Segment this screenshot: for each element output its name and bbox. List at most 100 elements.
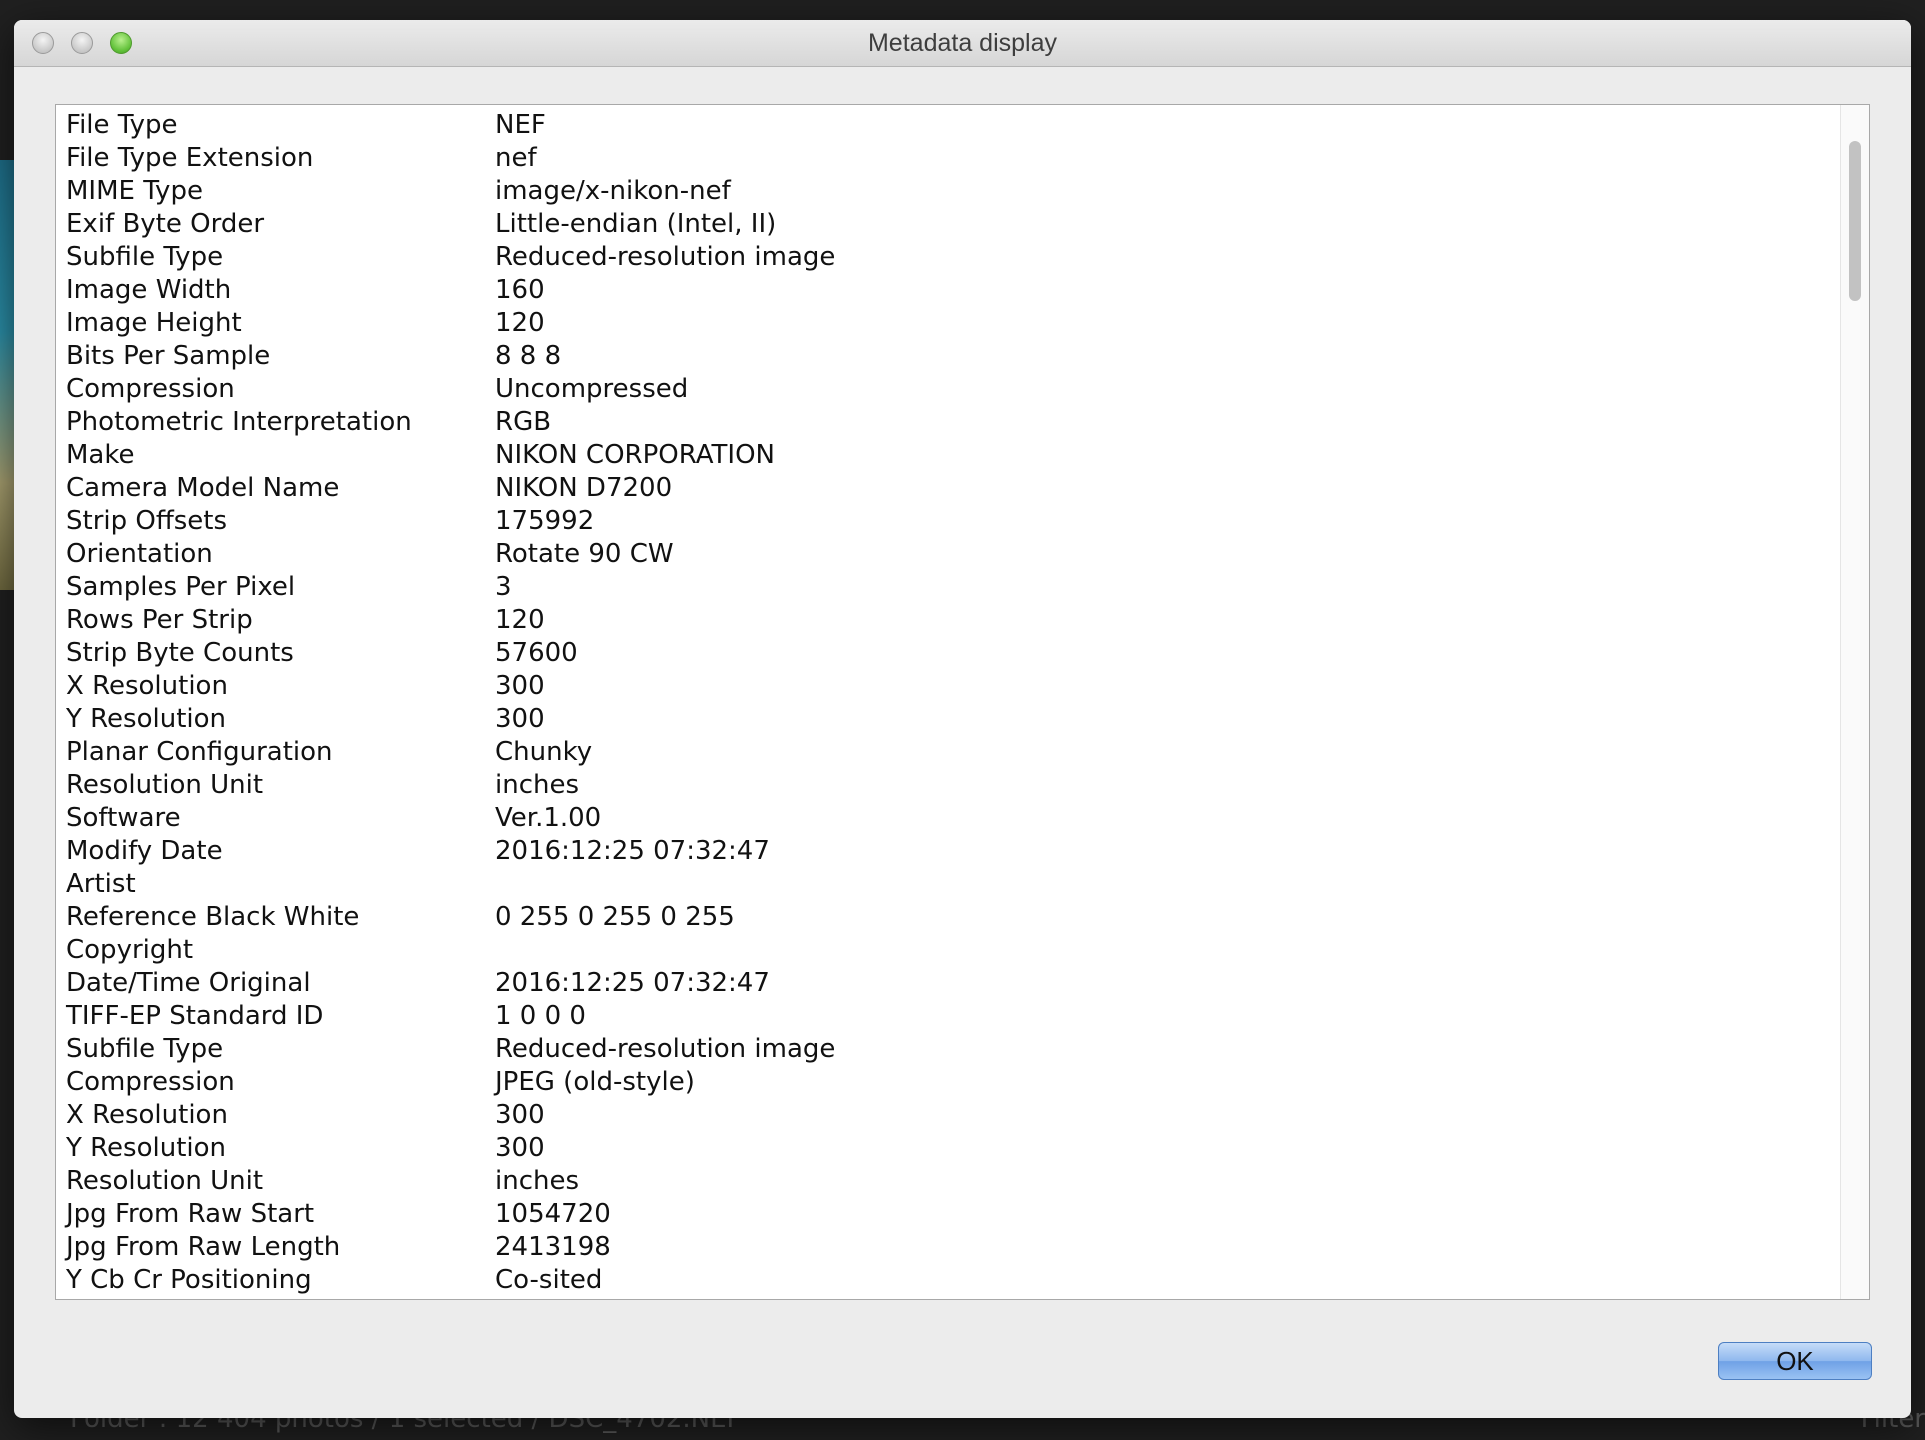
metadata-row[interactable]: Subfile Type Reduced-resolution image bbox=[56, 1033, 1841, 1066]
metadata-key: Software bbox=[66, 803, 181, 833]
metadata-key: Copyright bbox=[66, 935, 194, 965]
metadata-row-content: Resolution Unit inches bbox=[56, 769, 1841, 802]
metadata-row[interactable]: Image Height 120 bbox=[56, 307, 1841, 340]
metadata-key: X Resolution bbox=[66, 1100, 228, 1130]
metadata-key: Image Height bbox=[66, 308, 242, 338]
metadata-row-content: Camera Model Name NIKON D7200 bbox=[56, 472, 1841, 505]
metadata-row[interactable]: Strip Offsets 175992 bbox=[56, 505, 1841, 538]
metadata-key: Bits Per Sample bbox=[66, 341, 271, 371]
metadata-key: File Type bbox=[66, 110, 178, 140]
metadata-row[interactable]: TIFF-EP Standard ID 1 0 0 0 bbox=[56, 1000, 1841, 1033]
metadata-row-content: Photometric Interpretation RGB bbox=[56, 406, 1841, 439]
metadata-row[interactable]: Photometric Interpretation RGB bbox=[56, 406, 1841, 439]
title-bar[interactable]: Metadata display bbox=[14, 20, 1911, 67]
metadata-key: Y Cb Cr Positioning bbox=[66, 1265, 312, 1295]
metadata-row[interactable]: Strip Byte Counts 57600 bbox=[56, 637, 1841, 670]
metadata-value: RGB bbox=[495, 407, 552, 437]
metadata-row[interactable]: Date/Time Original 2016:12:25 07:32:47 bbox=[56, 967, 1841, 1000]
metadata-row[interactable]: Exif Byte Order Little-endian (Intel, II) bbox=[56, 208, 1841, 241]
metadata-value: NEF bbox=[495, 110, 546, 140]
metadata-value: Rotate 90 CW bbox=[495, 539, 674, 569]
metadata-row-content: Strip Offsets 175992 bbox=[56, 505, 1841, 538]
metadata-rows: File Type NEF File Type Extension nef MIME T… bbox=[56, 109, 1841, 1297]
metadata-value: 300 bbox=[495, 671, 545, 701]
metadata-row[interactable]: Resolution Unit inches bbox=[56, 1165, 1841, 1198]
metadata-value: Chunky bbox=[495, 737, 593, 767]
metadata-key: Compression bbox=[66, 374, 235, 404]
metadata-row[interactable]: File Type NEF bbox=[56, 109, 1841, 142]
metadata-row[interactable]: File Type Extension nef bbox=[56, 142, 1841, 175]
metadata-value: Little-endian (Intel, II) bbox=[495, 209, 777, 239]
metadata-key: Resolution Unit bbox=[66, 1166, 264, 1196]
metadata-row[interactable]: Modify Date 2016:12:25 07:32:47 bbox=[56, 835, 1841, 868]
ok-button[interactable]: OK bbox=[1718, 1342, 1872, 1380]
metadata-row[interactable]: Make NIKON CORPORATION bbox=[56, 439, 1841, 472]
metadata-row-content: TIFF-EP Standard ID 1 0 0 0 bbox=[56, 1000, 1841, 1033]
metadata-value: 300 bbox=[495, 1100, 545, 1130]
metadata-row[interactable]: Compression Uncompressed bbox=[56, 373, 1841, 406]
metadata-row-content: MIME Type image/x-nikon-nef bbox=[56, 175, 1841, 208]
metadata-row[interactable]: Rows Per Strip 120 bbox=[56, 604, 1841, 637]
metadata-key: Strip Offsets bbox=[66, 506, 228, 536]
metadata-row-content: Samples Per Pixel 3 bbox=[56, 571, 1841, 604]
metadata-row[interactable]: Orientation Rotate 90 CW bbox=[56, 538, 1841, 571]
metadata-row[interactable]: Reference Black White 0 255 0 255 0 255 bbox=[56, 901, 1841, 934]
metadata-list[interactable]: File Type NEF File Type Extension nef MIME T… bbox=[55, 104, 1870, 1300]
metadata-row[interactable]: Compression JPEG (old-style) bbox=[56, 1066, 1841, 1099]
metadata-key: Artist bbox=[66, 869, 136, 899]
vertical-scrollbar[interactable] bbox=[1840, 105, 1869, 1299]
metadata-key: Rows Per Strip bbox=[66, 605, 253, 635]
metadata-key: Image Width bbox=[66, 275, 232, 305]
metadata-key: X Resolution bbox=[66, 671, 228, 701]
metadata-row[interactable]: Y Cb Cr Positioning Co-sited bbox=[56, 1264, 1841, 1297]
metadata-row-content: Orientation Rotate 90 CW bbox=[56, 538, 1841, 571]
metadata-key: Orientation bbox=[66, 539, 213, 569]
metadata-row[interactable]: Software Ver.1.00 bbox=[56, 802, 1841, 835]
metadata-value: Reduced-resolution image bbox=[495, 1034, 836, 1064]
metadata-key: Subfile Type bbox=[66, 242, 224, 272]
metadata-row[interactable]: Copyright bbox=[56, 934, 1841, 967]
metadata-key: Date/Time Original bbox=[66, 968, 311, 998]
metadata-value: Reduced-resolution image bbox=[495, 242, 836, 272]
metadata-row[interactable]: Jpg From Raw Length 2413198 bbox=[56, 1231, 1841, 1264]
metadata-value: nef bbox=[495, 143, 537, 173]
metadata-row[interactable]: Planar Configuration Chunky bbox=[56, 736, 1841, 769]
metadata-row[interactable]: Subfile Type Reduced-resolution image bbox=[56, 241, 1841, 274]
metadata-row-content: Planar Configuration Chunky bbox=[56, 736, 1841, 769]
metadata-row-content: Bits Per Sample 8 8 8 bbox=[56, 340, 1841, 373]
metadata-row[interactable]: Camera Model Name NIKON D7200 bbox=[56, 472, 1841, 505]
metadata-key: Subfile Type bbox=[66, 1034, 224, 1064]
metadata-key: Modify Date bbox=[66, 836, 223, 866]
metadata-row[interactable]: Resolution Unit inches bbox=[56, 769, 1841, 802]
metadata-key: Make bbox=[66, 440, 135, 470]
metadata-row-content: Modify Date 2016:12:25 07:32:47 bbox=[56, 835, 1841, 868]
window-title: Metadata display bbox=[867, 29, 1057, 57]
metadata-row-content: Compression JPEG (old-style) bbox=[56, 1066, 1841, 1099]
metadata-row-content: Subfile Type Reduced-resolution image bbox=[56, 241, 1841, 274]
metadata-row[interactable]: Samples Per Pixel 3 bbox=[56, 571, 1841, 604]
metadata-row[interactable]: Y Resolution 300 bbox=[56, 1132, 1841, 1165]
metadata-row[interactable]: Y Resolution 300 bbox=[56, 703, 1841, 736]
metadata-row[interactable]: X Resolution 300 bbox=[56, 670, 1841, 703]
metadata-row[interactable]: Artist bbox=[56, 868, 1841, 901]
metadata-key: Photometric Interpretation bbox=[66, 407, 412, 437]
metadata-key: Y Resolution bbox=[66, 704, 226, 734]
metadata-row-content: Y Cb Cr Positioning Co-sited bbox=[56, 1264, 1841, 1297]
metadata-key: Strip Byte Counts bbox=[66, 638, 294, 668]
metadata-row-content: Copyright bbox=[56, 934, 1841, 967]
metadata-row-content: Exif Byte Order Little-endian (Intel, II) bbox=[56, 208, 1841, 241]
metadata-key: Compression bbox=[66, 1067, 235, 1097]
metadata-row-content: File Type NEF bbox=[56, 109, 1841, 142]
metadata-row[interactable]: Bits Per Sample 8 8 8 bbox=[56, 340, 1841, 373]
metadata-row-content: Image Width 160 bbox=[56, 274, 1841, 307]
metadata-row[interactable]: Image Width 160 bbox=[56, 274, 1841, 307]
metadata-row[interactable]: MIME Type image/x-nikon-nef bbox=[56, 175, 1841, 208]
metadata-row[interactable]: Jpg From Raw Start 1054720 bbox=[56, 1198, 1841, 1231]
metadata-row[interactable]: X Resolution 300 bbox=[56, 1099, 1841, 1132]
scrollbar-thumb[interactable] bbox=[1849, 141, 1861, 301]
metadata-value: 300 bbox=[495, 704, 545, 734]
metadata-key: Resolution Unit bbox=[66, 770, 264, 800]
metadata-key: Y Resolution bbox=[66, 1133, 226, 1163]
metadata-key: MIME Type bbox=[66, 176, 203, 206]
metadata-value: 160 bbox=[495, 275, 545, 305]
